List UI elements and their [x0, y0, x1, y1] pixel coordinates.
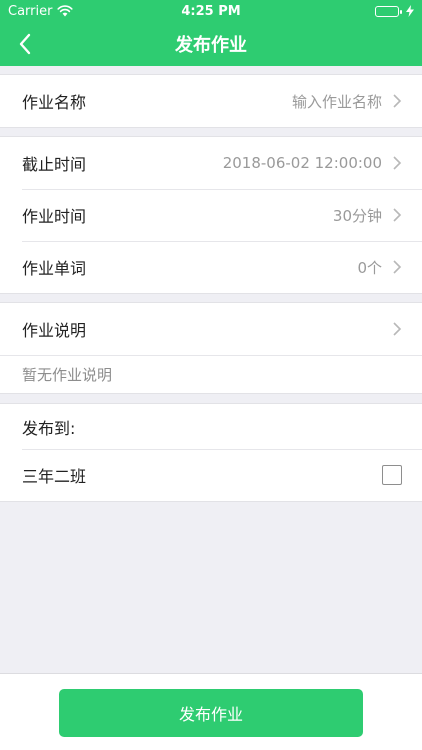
status-right — [375, 5, 414, 17]
homework-name-input[interactable]: 输入作业名称 — [292, 91, 382, 112]
words-row[interactable]: 作业单词 0个 — [0, 241, 422, 293]
status-left: Carrier — [8, 3, 74, 19]
duration-value-wrap: 30分钟 — [333, 205, 402, 226]
charging-bolt-icon — [406, 5, 414, 17]
publish-to-group: 发布到: 三年二班 — [0, 403, 422, 502]
settings-group: 截止时间 2018-06-02 12:00:00 作业时间 30分钟 作业单词 … — [0, 136, 422, 294]
chevron-right-icon — [393, 208, 402, 222]
battery-icon — [375, 5, 402, 17]
homework-name-value-wrap: 输入作业名称 — [292, 91, 402, 112]
description-value-wrap — [392, 321, 402, 337]
publish-to-header: 发布到: — [0, 404, 422, 449]
bottom-bar: 发布作业 — [0, 673, 422, 750]
nav-bar: 发布作业 — [0, 22, 422, 66]
status-bar: Carrier 4:25 PM — [0, 0, 422, 22]
homework-name-label: 作业名称 — [22, 93, 87, 112]
deadline-row[interactable]: 截止时间 2018-06-02 12:00:00 — [0, 137, 422, 189]
chevron-right-icon — [393, 322, 402, 336]
homework-name-row[interactable]: 作业名称 输入作业名称 — [0, 75, 422, 127]
chevron-right-icon — [393, 156, 402, 170]
duration-row[interactable]: 作业时间 30分钟 — [0, 189, 422, 241]
description-row[interactable]: 作业说明 — [0, 303, 422, 355]
words-value: 0个 — [357, 258, 382, 277]
words-label: 作业单词 — [22, 259, 87, 278]
back-chevron-icon — [19, 33, 31, 55]
carrier-label: Carrier — [8, 3, 53, 19]
deadline-label: 截止时间 — [22, 155, 87, 174]
duration-value: 30分钟 — [332, 206, 382, 225]
publish-to-label: 发布到: — [22, 418, 76, 438]
chevron-right-icon — [393, 260, 402, 274]
chevron-right-icon — [393, 94, 402, 108]
class-checkbox[interactable] — [382, 465, 402, 485]
name-group: 作业名称 输入作业名称 — [0, 74, 422, 128]
wifi-icon — [57, 5, 74, 17]
class-name: 三年二班 — [22, 467, 87, 486]
deadline-value-wrap: 2018-06-02 12:00:00 — [223, 154, 402, 172]
publish-button[interactable]: 发布作业 — [59, 689, 363, 737]
duration-label: 作业时间 — [22, 207, 87, 226]
back-button[interactable] — [12, 31, 38, 57]
class-row[interactable]: 三年二班 — [0, 449, 422, 501]
words-value-wrap: 0个 — [357, 257, 402, 278]
description-text: 暂无作业说明 — [0, 355, 422, 393]
deadline-value: 2018-06-02 12:00:00 — [222, 154, 382, 172]
page-title: 发布作业 — [175, 35, 247, 56]
description-label: 作业说明 — [22, 321, 87, 340]
description-group: 作业说明 暂无作业说明 — [0, 302, 422, 394]
